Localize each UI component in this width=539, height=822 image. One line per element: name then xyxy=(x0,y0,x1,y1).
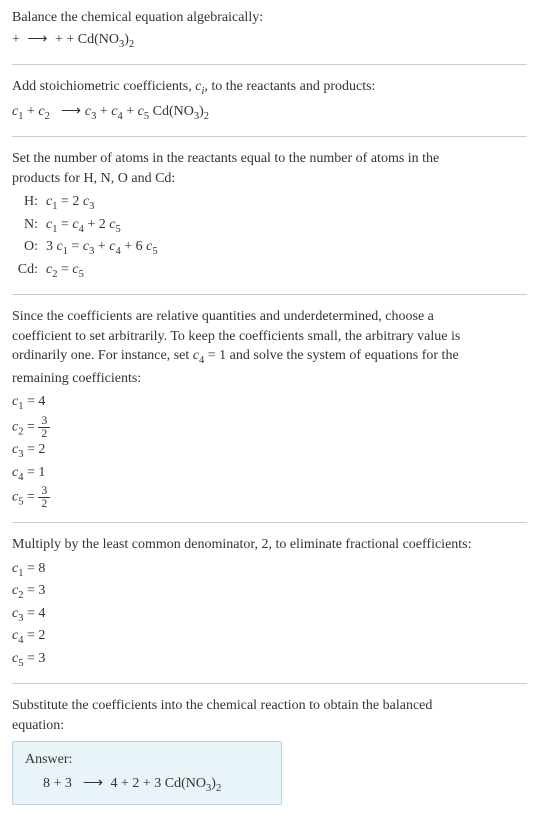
coef-c3: c3 = 2 xyxy=(12,440,527,462)
coef-c4: c4 = 2 xyxy=(12,626,527,648)
coef-c1: c1 = 8 xyxy=(12,559,527,581)
coef-c4: c4 = 1 xyxy=(12,463,527,485)
choose-line1: Since the coefficients are relative quan… xyxy=(12,307,527,327)
choose-line2: coefficient to set arbitrarily. To keep … xyxy=(12,327,527,347)
coef-c5: c5 = 3 xyxy=(12,649,527,671)
arrow-icon: ⟶ xyxy=(83,774,103,794)
coef-c2: c2 = 32 xyxy=(12,415,527,440)
atoms-intro1: Set the number of atoms in the reactants… xyxy=(12,149,527,169)
choose-line3: ordinarily one. For instance, set c4 = 1… xyxy=(12,346,527,368)
divider xyxy=(12,136,527,137)
arrow-icon: ⟶ xyxy=(61,102,81,122)
coefs1-list: c1 = 4 c2 = 32 c3 = 2 c4 = 1 c5 = 32 xyxy=(12,392,527,510)
divider xyxy=(12,64,527,65)
atom-row-n: N: c1 = c4 + 2 c5 xyxy=(16,215,527,237)
atom-row-o: O: 3 c1 = c3 + c4 + 6 c5 xyxy=(16,237,527,259)
substitute-line1: Substitute the coefficients into the che… xyxy=(12,696,527,716)
fraction: 32 xyxy=(38,485,50,510)
atoms-section: Set the number of atoms in the reactants… xyxy=(12,149,527,282)
substitute-line2: equation: xyxy=(12,716,527,736)
coef-c3: c3 = 4 xyxy=(12,604,527,626)
divider xyxy=(12,522,527,523)
stoich-section: Add stoichiometric coefficients, ci, to … xyxy=(12,77,527,124)
multiply-section: Multiply by the least common denominator… xyxy=(12,535,527,671)
intro-equation: + ⟶ + + Cd(NO3)2 xyxy=(12,30,527,52)
atom-row-cd: Cd: c2 = c5 xyxy=(16,260,527,282)
intro-section: Balance the chemical equation algebraica… xyxy=(12,8,527,52)
arrow-icon: ⟶ xyxy=(27,30,47,50)
atoms-intro2: products for H, N, O and Cd: xyxy=(12,169,527,189)
answer-label: Answer: xyxy=(25,750,269,770)
coef-c2: c2 = 3 xyxy=(12,581,527,603)
divider xyxy=(12,294,527,295)
stoich-text: Add stoichiometric coefficients, ci, to … xyxy=(12,77,527,99)
answer-equation: 8 + 3 ⟶ 4 + 2 + 3 Cd(NO3)2 xyxy=(25,774,269,796)
atom-row-h: H: c1 = 2 c3 xyxy=(16,192,527,214)
coefs2-list: c1 = 8 c2 = 3 c3 = 4 c4 = 2 c5 = 3 xyxy=(12,559,527,671)
answer-box: Answer: 8 + 3 ⟶ 4 + 2 + 3 Cd(NO3)2 xyxy=(12,741,282,805)
atoms-table: H: c1 = 2 c3 N: c1 = c4 + 2 c5 O: 3 c1 =… xyxy=(16,192,527,282)
fraction: 32 xyxy=(38,415,50,440)
divider xyxy=(12,683,527,684)
choose-section: Since the coefficients are relative quan… xyxy=(12,307,527,510)
multiply-text: Multiply by the least common denominator… xyxy=(12,535,527,555)
choose-line4: remaining coefficients: xyxy=(12,369,527,389)
coef-c5: c5 = 32 xyxy=(12,485,527,510)
substitute-section: Substitute the coefficients into the che… xyxy=(12,696,527,805)
coef-c1: c1 = 4 xyxy=(12,392,527,414)
intro-line1: Balance the chemical equation algebraica… xyxy=(12,8,527,28)
stoich-equation: c1 + c2 ⟶c3 + c4 + c5 Cd(NO3)2 xyxy=(12,102,527,124)
